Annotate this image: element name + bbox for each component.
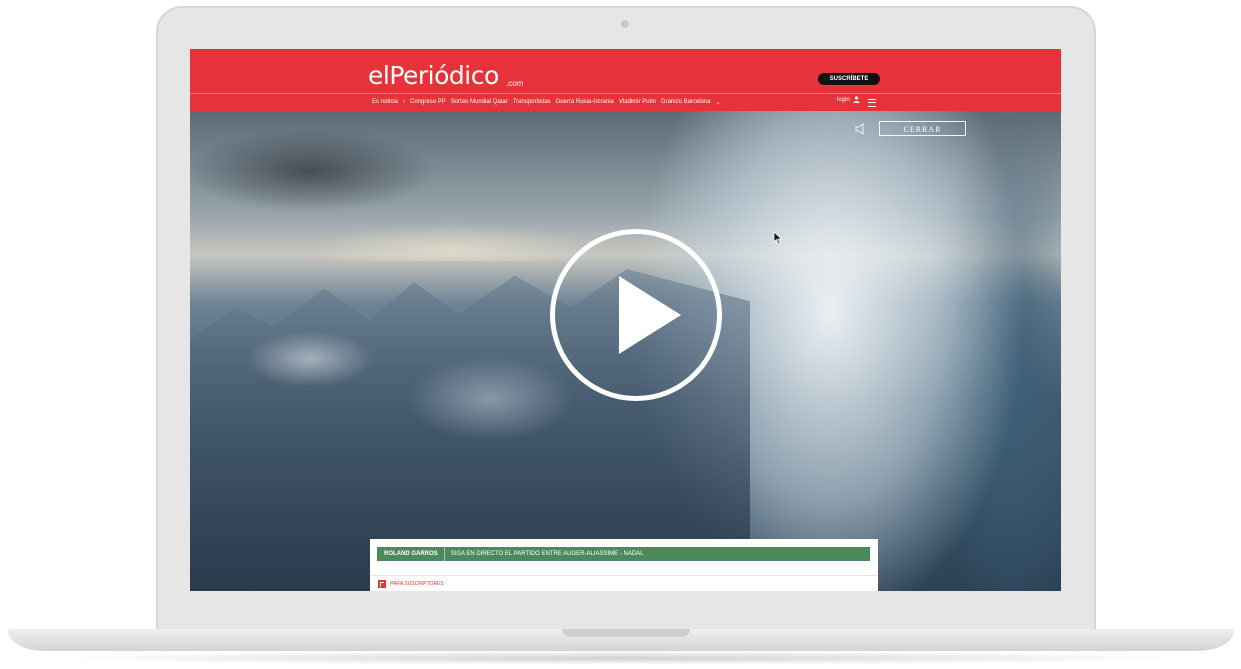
play-button[interactable]: [550, 229, 722, 401]
chevron-down-icon[interactable]: ⌄: [716, 99, 721, 106]
speaker-muted-icon[interactable]: [854, 122, 868, 136]
laptop-screen: elPeriódico .com SUSCRÍBETE Es noticia ›…: [190, 49, 1061, 591]
close-button[interactable]: CERRAR: [879, 121, 966, 136]
article-panel: ROLAND GARROS SIGA EN DIRECTO EL PARTIDO…: [370, 539, 878, 591]
laptop-shadow: [40, 651, 1200, 665]
subscribe-button[interactable]: SUSCRÍBETE: [818, 73, 880, 85]
nav-item-congreso-pp[interactable]: Congreso PP: [410, 99, 446, 105]
nav-item-granizo-barcelona[interactable]: Granizo Barcelona: [661, 99, 711, 105]
user-icon: [853, 96, 860, 103]
nav-item-vladimir-putin[interactable]: Vladimir Putin: [619, 99, 656, 105]
site-logo-suffix: .com: [506, 79, 524, 88]
header-divider: [190, 93, 1061, 94]
breaking-news-bar[interactable]: ROLAND GARROS SIGA EN DIRECTO EL PARTIDO…: [377, 547, 870, 561]
breaking-news-text: SIGA EN DIRECTO EL PARTIDO ENTRE AUGER-A…: [450, 551, 644, 557]
site-logo[interactable]: elPeriódico: [368, 61, 499, 90]
breaking-news-tag: ROLAND GARROS: [377, 547, 445, 561]
subscribers-badge-icon: [378, 580, 386, 588]
login-link[interactable]: login: [837, 96, 860, 103]
nav-item-sorteo-mundial[interactable]: Sorteo Mundial Qatar: [451, 99, 508, 105]
laptop-notch: [562, 629, 690, 637]
chevron-right-icon: ›: [403, 99, 406, 105]
play-icon: [619, 276, 681, 354]
panel-divider: [370, 575, 878, 576]
mouse-pointer-icon: [773, 231, 783, 245]
topics-nav: Es noticia › Congreso PP Sorteo Mundial …: [372, 96, 721, 108]
login-label: login: [837, 96, 850, 103]
subscribers-text: PARA SUSCRIPTORES: [390, 581, 444, 587]
camera-icon: [621, 20, 629, 28]
menu-icon[interactable]: [868, 99, 876, 107]
nav-item-es-noticia[interactable]: Es noticia: [372, 99, 398, 105]
site-header: elPeriódico .com SUSCRÍBETE Es noticia ›…: [190, 49, 1061, 111]
subscribers-label: PARA SUSCRIPTORES: [378, 580, 444, 588]
nav-item-guerra-rusia-ucrania[interactable]: Guerra Rusia-Ucrania: [556, 99, 614, 105]
nav-item-transportistas[interactable]: Transportistas: [513, 99, 551, 105]
